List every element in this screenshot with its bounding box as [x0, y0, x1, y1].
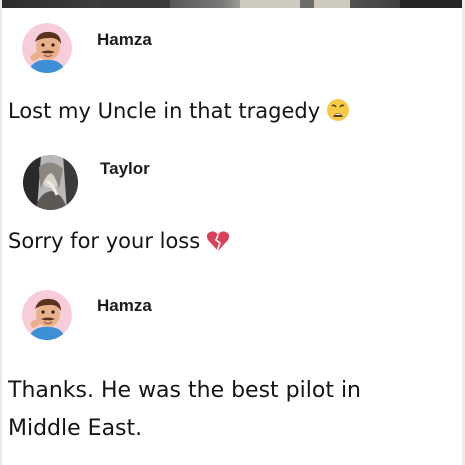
- comment-text-line: Middle East.: [8, 416, 143, 441]
- cartoon-avatar-icon: [22, 290, 72, 340]
- hamza-avatar[interactable]: [22, 23, 72, 73]
- weary-face-emoji-icon: [326, 98, 350, 130]
- taylor-avatar[interactable]: [23, 155, 78, 210]
- comment-author[interactable]: Hamza: [97, 296, 152, 316]
- comment-author[interactable]: Taylor: [100, 159, 150, 179]
- photo-avatar-icon: [23, 155, 78, 210]
- comment-text: Thanks. He was the best pilot in Middle …: [8, 372, 361, 448]
- comment-text: Sorry for your loss: [8, 226, 230, 260]
- cartoon-avatar-icon: [22, 23, 72, 73]
- comment-author[interactable]: Hamza: [97, 30, 152, 50]
- hamza-avatar[interactable]: [22, 290, 72, 340]
- comment-text-line: Thanks. He was the best pilot in: [8, 378, 361, 403]
- comment-text: Lost my Uncle in that tragedy: [8, 96, 350, 130]
- image-top-strip: [0, 0, 465, 8]
- left-border: [0, 0, 2, 465]
- broken-heart-emoji-icon: [206, 230, 230, 260]
